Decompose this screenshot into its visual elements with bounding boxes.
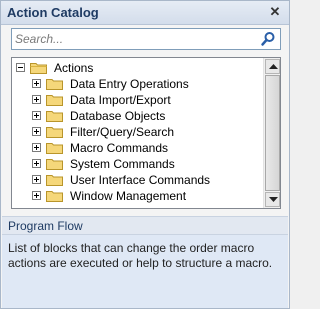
expand-icon[interactable] xyxy=(32,111,41,120)
tree-node-label: User Interface Commands xyxy=(70,173,211,187)
description-header: Program Flow xyxy=(2,216,288,234)
expand-icon[interactable] xyxy=(32,191,41,200)
tree-node-label: Window Management xyxy=(70,189,187,203)
description-text: List of blocks that can change the order… xyxy=(8,241,273,270)
collapse-icon[interactable] xyxy=(16,63,25,72)
pane-titlebar: Action Catalog ✕ xyxy=(1,1,289,25)
tree-node-label: Database Objects xyxy=(70,109,166,123)
actions-tree: Actions Data Entry Operations Data Impor… xyxy=(11,57,281,209)
description-title: Program Flow xyxy=(8,219,83,233)
folder-icon xyxy=(46,95,63,106)
folder-icon xyxy=(46,191,63,202)
tree-node-label: Actions xyxy=(54,61,94,75)
search-input[interactable]: Search... xyxy=(15,32,255,46)
pane-title: Action Catalog xyxy=(7,5,99,20)
arrow-up-icon xyxy=(269,64,278,69)
scroll-down-button[interactable] xyxy=(265,192,280,207)
tree-node[interactable]: User Interface Commands xyxy=(32,172,256,188)
action-catalog-pane: Action Catalog ✕ Search... Actions Data … xyxy=(0,0,290,309)
tree-node[interactable]: Database Objects xyxy=(32,108,256,124)
search-box[interactable]: Search... xyxy=(11,28,281,50)
folder-icon xyxy=(46,79,63,90)
folder-icon xyxy=(46,127,63,138)
tree-node[interactable]: Macro Commands xyxy=(32,140,256,156)
tree-node[interactable]: System Commands xyxy=(32,156,256,172)
tree-node[interactable]: Data Entry Operations xyxy=(32,76,256,92)
tree-node-actions[interactable]: Actions xyxy=(16,60,256,76)
expand-icon[interactable] xyxy=(32,95,41,104)
tree-node[interactable]: Data Import/Export xyxy=(32,92,256,108)
expand-icon[interactable] xyxy=(32,79,41,88)
tree-content: Actions Data Entry Operations Data Impor… xyxy=(12,58,264,208)
tree-node-label: Macro Commands xyxy=(70,141,169,155)
expand-icon[interactable] xyxy=(32,175,41,184)
arrow-down-icon xyxy=(269,197,278,202)
folder-icon xyxy=(46,175,63,186)
search-icon[interactable] xyxy=(260,31,276,47)
description-panel: List of blocks that can change the order… xyxy=(2,234,288,308)
tree-node-label: Data Import/Export xyxy=(70,93,171,107)
folder-icon xyxy=(46,143,63,154)
folder-icon xyxy=(30,63,47,74)
scroll-up-button[interactable] xyxy=(265,59,280,74)
tree-node[interactable]: Filter/Query/Search xyxy=(32,124,256,140)
expand-icon[interactable] xyxy=(32,127,41,136)
expand-icon[interactable] xyxy=(32,143,41,152)
tree-node-label: Filter/Query/Search xyxy=(70,125,175,139)
folder-icon xyxy=(46,159,63,170)
scroll-thumb[interactable] xyxy=(265,75,280,191)
vertical-scrollbar[interactable] xyxy=(263,58,280,208)
folder-icon xyxy=(46,111,63,122)
tree-node-label: Data Entry Operations xyxy=(70,77,189,91)
close-icon[interactable]: ✕ xyxy=(267,4,283,20)
tree-node[interactable]: Window Management xyxy=(32,188,256,204)
expand-icon[interactable] xyxy=(32,159,41,168)
tree-node-label: System Commands xyxy=(70,157,175,171)
